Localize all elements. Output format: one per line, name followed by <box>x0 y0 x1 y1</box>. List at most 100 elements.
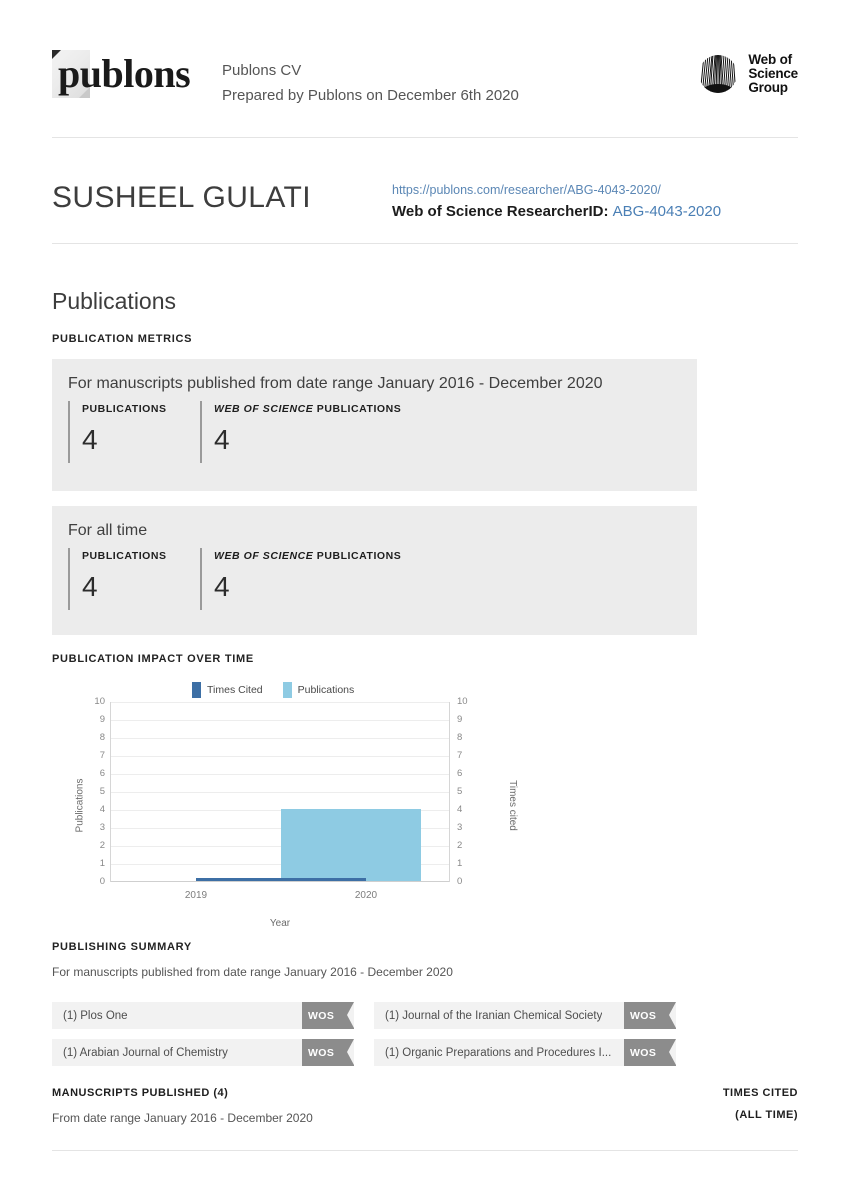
researcher-id-label: Web of Science ResearcherID: <box>392 203 609 220</box>
y-tick-right: 10 <box>457 696 468 707</box>
wos-badge: WOS <box>302 1002 354 1029</box>
metric-publications-value: 4 <box>82 424 98 455</box>
legend-swatch-times-cited <box>192 682 201 698</box>
y-tick-right: 4 <box>457 804 463 815</box>
metric-publications-label: PUBLICATIONS <box>82 550 167 562</box>
y-tick-right: 0 <box>457 876 463 887</box>
gridline <box>111 756 449 757</box>
x-tick-2020: 2020 <box>354 890 378 901</box>
metric-wos-publications-label: WEB OF SCIENCE PUBLICATIONS <box>214 550 500 562</box>
metric-publications-label: PUBLICATIONS <box>82 403 167 415</box>
metric-wos-emphasis: WEB OF SCIENCE <box>214 403 314 415</box>
journal-name: (1) Arabian Journal of Chemistry <box>63 1046 228 1059</box>
legend-item-publications: Publications <box>282 682 355 698</box>
metric-publications: PUBLICATIONS 4 <box>68 401 200 463</box>
y-tick-right: 2 <box>457 840 463 851</box>
publons-logo: publons <box>52 48 200 104</box>
wos-badge: WOS <box>624 1039 676 1066</box>
wos-logo-line-3: Group <box>748 80 788 95</box>
gridline <box>111 774 449 775</box>
chart-plot-area: 10 9 8 7 6 5 4 3 2 1 0 10 9 8 7 6 5 4 3 … <box>74 697 517 930</box>
metric-publications-value: 4 <box>82 571 98 602</box>
wos-logo-line-2: Science <box>748 66 798 81</box>
y-tick-left: 4 <box>99 804 105 815</box>
y-tick-right: 1 <box>457 858 463 869</box>
y-tick-left: 8 <box>99 732 105 743</box>
publication-impact-chart: Times Cited Publications 10 9 8 7 6 5 4 … <box>52 672 518 930</box>
document-title: Publons CV <box>222 62 302 79</box>
list-item[interactable]: (1) Journal of the Iranian Chemical Soci… <box>374 1002 676 1029</box>
publons-wordmark: publons <box>58 51 191 96</box>
metric-publications: PUBLICATIONS 4 <box>68 548 200 610</box>
y-tick-right: 3 <box>457 822 463 833</box>
y-tick-right: 9 <box>457 714 463 725</box>
wos-badge: WOS <box>624 1002 676 1029</box>
y-tick-left: 1 <box>99 858 105 869</box>
metrics-card-title: For manuscripts published from date rang… <box>68 375 603 392</box>
list-item[interactable]: (1) Plos One WOS <box>52 1002 354 1029</box>
bar-publications-2020 <box>281 809 421 881</box>
journal-name: (1) Plos One <box>63 1009 128 1022</box>
list-item[interactable]: (1) Organic Preparations and Procedures … <box>374 1039 676 1066</box>
metrics-card-title: For all time <box>68 522 148 539</box>
header-divider <box>52 137 798 138</box>
y-tick-right: 7 <box>457 750 463 761</box>
publication-metrics-heading: PUBLICATION METRICS <box>52 333 193 345</box>
researcher-ids: https://publons.com/researcher/ABG-4043-… <box>392 178 721 224</box>
researcher-id-row: Web of Science ResearcherID: ABG-4043-20… <box>392 200 721 224</box>
y-tick-right: 5 <box>457 786 463 797</box>
web-of-science-group-logo: Web of Science Group <box>696 48 798 96</box>
metric-wos-rest: PUBLICATIONS <box>316 550 402 562</box>
profile-url-link[interactable]: https://publons.com/researcher/ABG-4043-… <box>392 181 721 200</box>
chart-x-axis <box>111 881 449 882</box>
page-title: Publications <box>52 288 177 314</box>
identity-divider <box>52 243 798 244</box>
chart-legend: Times Cited Publications <box>192 682 354 698</box>
y-tick-left: 6 <box>99 768 105 779</box>
manuscripts-date-range-note: From date range January 2016 - December … <box>52 1111 313 1125</box>
journal-name: (1) Organic Preparations and Procedures … <box>385 1046 612 1059</box>
metric-wos-publications-value: 4 <box>214 571 230 602</box>
web-of-science-group-wordmark: Web of Science Group <box>748 53 798 95</box>
metric-wos-publications: WEB OF SCIENCE PUBLICATIONS 4 <box>200 401 500 463</box>
x-tick-2019: 2019 <box>184 890 208 901</box>
metric-wos-emphasis: WEB OF SCIENCE <box>214 550 314 562</box>
y-axis-label-right: Times cited <box>506 780 518 831</box>
y-tick-right: 8 <box>457 732 463 743</box>
metrics-row: PUBLICATIONS 4 WEB OF SCIENCE PUBLICATIO… <box>52 542 697 610</box>
legend-label-times-cited: Times Cited <box>207 684 263 696</box>
metric-wos-publications-label: WEB OF SCIENCE PUBLICATIONS <box>214 403 500 415</box>
y-tick-left: 10 <box>94 696 105 707</box>
gridline <box>111 720 449 721</box>
journal-list: (1) Plos One WOS (1) Journal of the Iran… <box>52 1002 677 1066</box>
prepared-by-line: Prepared by Publons on December 6th 2020 <box>222 87 519 104</box>
journal-name: (1) Journal of the Iranian Chemical Soci… <box>385 1009 603 1022</box>
metric-wos-rest: PUBLICATIONS <box>316 403 402 415</box>
header-text-block: Publons CV Prepared by Publons on Decemb… <box>222 48 696 108</box>
metrics-card-all-time: For all time PUBLICATIONS 4 WEB OF SCIEN… <box>52 506 697 635</box>
footer-divider <box>52 1150 798 1151</box>
publishing-summary-heading: PUBLISHING SUMMARY <box>52 941 192 953</box>
legend-label-publications: Publications <box>297 684 355 696</box>
publishing-summary-note: For manuscripts published from date rang… <box>52 965 453 979</box>
line-times-cited <box>196 878 366 881</box>
list-item[interactable]: (1) Arabian Journal of Chemistry WOS <box>52 1039 354 1066</box>
gridline <box>111 792 449 793</box>
researcher-name: SUSHEEL GULATI <box>52 181 312 214</box>
wos-logo-line-1: Web of <box>748 52 792 67</box>
times-cited-heading: TIMES CITED <box>722 1087 798 1099</box>
legend-swatch-publications <box>282 682 292 698</box>
metrics-row: PUBLICATIONS 4 WEB OF SCIENCE PUBLICATIO… <box>52 395 697 463</box>
times-cited-subheading: (ALL TIME) <box>735 1109 798 1121</box>
y-tick-left: 0 <box>99 876 105 887</box>
wos-badge: WOS <box>302 1039 354 1066</box>
gridline <box>111 738 449 739</box>
gridline <box>111 702 449 703</box>
metrics-card-date-range: For manuscripts published from date rang… <box>52 359 697 491</box>
metric-wos-publications: WEB OF SCIENCE PUBLICATIONS 4 <box>200 548 500 610</box>
researcher-id-value[interactable]: ABG-4043-2020 <box>613 203 721 220</box>
manuscripts-published-heading: MANUSCRIPTS PUBLISHED (4) <box>52 1087 229 1099</box>
y-tick-left: 9 <box>99 714 105 725</box>
researcher-identity-block: SUSHEEL GULATI https://publons.com/resea… <box>52 178 798 224</box>
y-tick-left: 2 <box>99 840 105 851</box>
